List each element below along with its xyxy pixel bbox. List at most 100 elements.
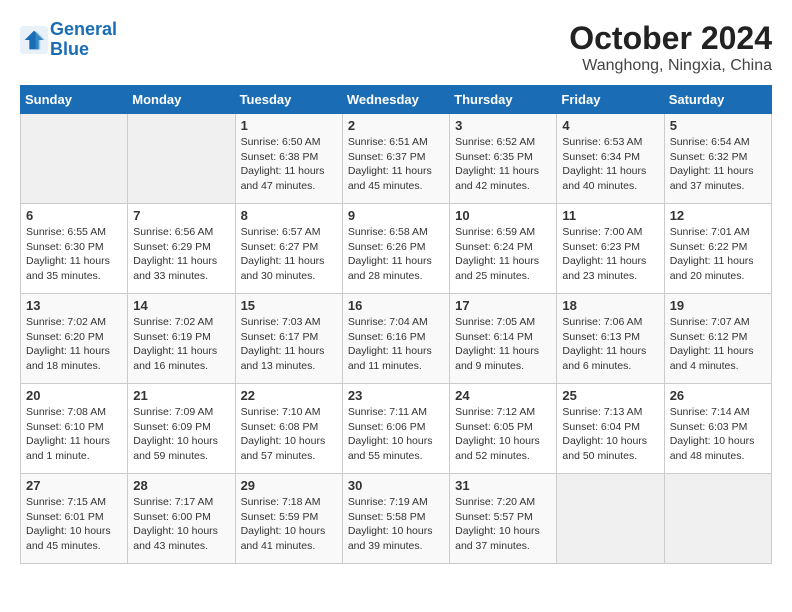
calendar-body: 1 Sunrise: 6:50 AM Sunset: 6:38 PM Daylig…: [21, 114, 772, 564]
calendar-cell: 22 Sunrise: 7:10 AM Sunset: 6:08 PM Dayli…: [235, 384, 342, 474]
calendar-cell: 1 Sunrise: 6:50 AM Sunset: 6:38 PM Daylig…: [235, 114, 342, 204]
day-number: 18: [562, 298, 658, 313]
calendar-cell: 10 Sunrise: 6:59 AM Sunset: 6:24 PM Dayli…: [450, 204, 557, 294]
calendar-week-row: 1 Sunrise: 6:50 AM Sunset: 6:38 PM Daylig…: [21, 114, 772, 204]
day-info: Sunrise: 7:08 AM Sunset: 6:10 PM Dayligh…: [26, 405, 122, 464]
month-title: October 2024: [569, 20, 772, 57]
calendar-cell: [664, 474, 771, 564]
day-number: 15: [241, 298, 337, 313]
day-info: Sunrise: 7:01 AM Sunset: 6:22 PM Dayligh…: [670, 225, 766, 284]
day-number: 23: [348, 388, 444, 403]
calendar-cell: 2 Sunrise: 6:51 AM Sunset: 6:37 PM Daylig…: [342, 114, 449, 204]
day-number: 26: [670, 388, 766, 403]
calendar-cell: 11 Sunrise: 7:00 AM Sunset: 6:23 PM Dayli…: [557, 204, 664, 294]
day-number: 2: [348, 118, 444, 133]
calendar-cell: 23 Sunrise: 7:11 AM Sunset: 6:06 PM Dayli…: [342, 384, 449, 474]
day-number: 7: [133, 208, 229, 223]
day-info: Sunrise: 6:53 AM Sunset: 6:34 PM Dayligh…: [562, 135, 658, 194]
weekday-header: Saturday: [664, 86, 771, 114]
calendar-cell: [557, 474, 664, 564]
day-info: Sunrise: 7:20 AM Sunset: 5:57 PM Dayligh…: [455, 495, 551, 554]
day-info: Sunrise: 7:04 AM Sunset: 6:16 PM Dayligh…: [348, 315, 444, 374]
calendar-cell: 18 Sunrise: 7:06 AM Sunset: 6:13 PM Dayli…: [557, 294, 664, 384]
calendar-cell: 20Sunrise: 7:08 AM Sunset: 6:10 PM Dayli…: [21, 384, 128, 474]
logo: General Blue: [20, 20, 117, 60]
calendar-cell: 29Sunrise: 7:18 AM Sunset: 5:59 PM Dayli…: [235, 474, 342, 564]
day-number: 4: [562, 118, 658, 133]
day-number: 3: [455, 118, 551, 133]
calendar-cell: 5 Sunrise: 6:54 AM Sunset: 6:32 PM Daylig…: [664, 114, 771, 204]
day-number: 27: [26, 478, 122, 493]
day-info: Sunrise: 7:19 AM Sunset: 5:58 PM Dayligh…: [348, 495, 444, 554]
day-number: 22: [241, 388, 337, 403]
calendar-table: SundayMondayTuesdayWednesdayThursdayFrid…: [20, 85, 772, 564]
day-info: Sunrise: 7:05 AM Sunset: 6:14 PM Dayligh…: [455, 315, 551, 374]
day-info: Sunrise: 6:57 AM Sunset: 6:27 PM Dayligh…: [241, 225, 337, 284]
day-info: Sunrise: 7:00 AM Sunset: 6:23 PM Dayligh…: [562, 225, 658, 284]
calendar-cell: 14Sunrise: 7:02 AM Sunset: 6:19 PM Dayli…: [128, 294, 235, 384]
day-info: Sunrise: 7:02 AM Sunset: 6:20 PM Dayligh…: [26, 315, 122, 374]
calendar-cell: 19 Sunrise: 7:07 AM Sunset: 6:12 PM Dayli…: [664, 294, 771, 384]
calendar-cell: 12 Sunrise: 7:01 AM Sunset: 6:22 PM Dayli…: [664, 204, 771, 294]
calendar-cell: 16 Sunrise: 7:04 AM Sunset: 6:16 PM Dayli…: [342, 294, 449, 384]
weekday-row: SundayMondayTuesdayWednesdayThursdayFrid…: [21, 86, 772, 114]
day-info: Sunrise: 6:55 AM Sunset: 6:30 PM Dayligh…: [26, 225, 122, 284]
title-block: October 2024 Wanghong, Ningxia, China: [569, 20, 772, 75]
weekday-header: Sunday: [21, 86, 128, 114]
calendar-cell: 7 Sunrise: 6:56 AM Sunset: 6:29 PM Daylig…: [128, 204, 235, 294]
calendar-cell: 31 Sunrise: 7:20 AM Sunset: 5:57 PM Dayli…: [450, 474, 557, 564]
day-info: Sunrise: 6:54 AM Sunset: 6:32 PM Dayligh…: [670, 135, 766, 194]
day-info: Sunrise: 7:11 AM Sunset: 6:06 PM Dayligh…: [348, 405, 444, 464]
calendar-cell: 26 Sunrise: 7:14 AM Sunset: 6:03 PM Dayli…: [664, 384, 771, 474]
day-number: 11: [562, 208, 658, 223]
day-number: 1: [241, 118, 337, 133]
calendar-header: SundayMondayTuesdayWednesdayThursdayFrid…: [21, 86, 772, 114]
calendar-week-row: 20Sunrise: 7:08 AM Sunset: 6:10 PM Dayli…: [21, 384, 772, 474]
calendar-cell: 24 Sunrise: 7:12 AM Sunset: 6:05 PM Dayli…: [450, 384, 557, 474]
day-info: Sunrise: 7:17 AM Sunset: 6:00 PM Dayligh…: [133, 495, 229, 554]
logo-icon: [20, 26, 48, 54]
calendar-cell: 28Sunrise: 7:17 AM Sunset: 6:00 PM Dayli…: [128, 474, 235, 564]
day-info: Sunrise: 7:06 AM Sunset: 6:13 PM Dayligh…: [562, 315, 658, 374]
day-number: 30: [348, 478, 444, 493]
day-info: Sunrise: 7:07 AM Sunset: 6:12 PM Dayligh…: [670, 315, 766, 374]
weekday-header: Thursday: [450, 86, 557, 114]
calendar-cell: 17 Sunrise: 7:05 AM Sunset: 6:14 PM Dayli…: [450, 294, 557, 384]
day-number: 25: [562, 388, 658, 403]
day-number: 8: [241, 208, 337, 223]
day-info: Sunrise: 6:58 AM Sunset: 6:26 PM Dayligh…: [348, 225, 444, 284]
day-info: Sunrise: 6:50 AM Sunset: 6:38 PM Dayligh…: [241, 135, 337, 194]
calendar-cell: 4 Sunrise: 6:53 AM Sunset: 6:34 PM Daylig…: [557, 114, 664, 204]
day-number: 5: [670, 118, 766, 133]
day-info: Sunrise: 6:59 AM Sunset: 6:24 PM Dayligh…: [455, 225, 551, 284]
day-number: 13: [26, 298, 122, 313]
day-info: Sunrise: 7:14 AM Sunset: 6:03 PM Dayligh…: [670, 405, 766, 464]
day-info: Sunrise: 7:15 AM Sunset: 6:01 PM Dayligh…: [26, 495, 122, 554]
day-number: 14: [133, 298, 229, 313]
calendar-cell: 9 Sunrise: 6:58 AM Sunset: 6:26 PM Daylig…: [342, 204, 449, 294]
day-number: 6: [26, 208, 122, 223]
day-number: 12: [670, 208, 766, 223]
day-info: Sunrise: 7:12 AM Sunset: 6:05 PM Dayligh…: [455, 405, 551, 464]
calendar-cell: 21Sunrise: 7:09 AM Sunset: 6:09 PM Dayli…: [128, 384, 235, 474]
day-number: 17: [455, 298, 551, 313]
weekday-header: Friday: [557, 86, 664, 114]
day-info: Sunrise: 7:13 AM Sunset: 6:04 PM Dayligh…: [562, 405, 658, 464]
day-number: 31: [455, 478, 551, 493]
day-number: 24: [455, 388, 551, 403]
day-info: Sunrise: 6:52 AM Sunset: 6:35 PM Dayligh…: [455, 135, 551, 194]
calendar-cell: 27 Sunrise: 7:15 AM Sunset: 6:01 PM Dayli…: [21, 474, 128, 564]
day-number: 19: [670, 298, 766, 313]
day-info: Sunrise: 7:03 AM Sunset: 6:17 PM Dayligh…: [241, 315, 337, 374]
calendar-cell: 6 Sunrise: 6:55 AM Sunset: 6:30 PM Daylig…: [21, 204, 128, 294]
day-info: Sunrise: 6:56 AM Sunset: 6:29 PM Dayligh…: [133, 225, 229, 284]
calendar-cell: [21, 114, 128, 204]
day-number: 16: [348, 298, 444, 313]
weekday-header: Monday: [128, 86, 235, 114]
day-number: 9: [348, 208, 444, 223]
calendar-cell: 30 Sunrise: 7:19 AM Sunset: 5:58 PM Dayli…: [342, 474, 449, 564]
day-info: Sunrise: 6:51 AM Sunset: 6:37 PM Dayligh…: [348, 135, 444, 194]
day-number: 10: [455, 208, 551, 223]
day-info: Sunrise: 7:10 AM Sunset: 6:08 PM Dayligh…: [241, 405, 337, 464]
page-header: General Blue October 2024 Wanghong, Ning…: [20, 20, 772, 75]
